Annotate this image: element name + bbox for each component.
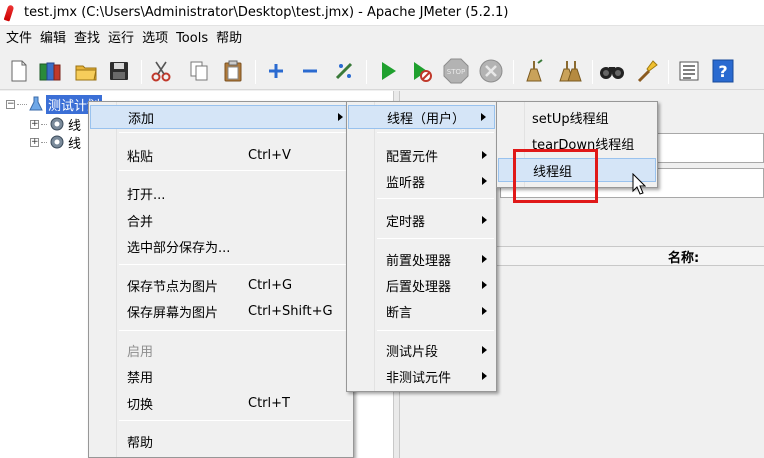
- tree-node-thread-group-1[interactable]: + 线: [30, 115, 81, 134]
- menu-search[interactable]: 查找: [70, 27, 104, 51]
- submenu-item-test-fragment[interactable]: 测试片段: [348, 338, 495, 362]
- variables-table-header: [496, 246, 764, 266]
- submenu-item-assertion[interactable]: 断言: [348, 299, 495, 323]
- clear-all-icon[interactable]: [557, 58, 583, 84]
- menu-item-paste[interactable]: 粘贴 Ctrl+V: [90, 143, 352, 167]
- templates-icon[interactable]: [37, 58, 63, 84]
- jmeter-feather-icon: [3, 3, 18, 22]
- submenu-item-config-element[interactable]: 配置元件: [348, 143, 495, 167]
- menu-options[interactable]: 选项: [138, 27, 172, 51]
- reset-search-icon[interactable]: [634, 58, 660, 84]
- menu-item-disable[interactable]: 禁用: [90, 364, 352, 388]
- new-icon[interactable]: [6, 58, 32, 84]
- menu-file[interactable]: 文件: [2, 27, 36, 51]
- save-icon[interactable]: [106, 58, 132, 84]
- submenu-item-listener[interactable]: 监听器: [348, 169, 495, 193]
- menu-bar: 文件 编辑 查找 运行 选项 Tools 帮助: [0, 27, 764, 51]
- menu-item-merge[interactable]: 合并: [90, 208, 352, 232]
- tree-label-thread-group-1[interactable]: 线: [68, 115, 81, 134]
- menu-item-open[interactable]: 打开...: [90, 181, 352, 205]
- menu-edit[interactable]: 编辑: [36, 27, 70, 51]
- svg-text:?: ?: [718, 62, 727, 81]
- menu-tools[interactable]: Tools: [172, 27, 212, 51]
- submenu-item-setup-thread-group[interactable]: setUp线程组: [498, 105, 656, 129]
- submenu-item-non-test-elements[interactable]: 非测试元件: [348, 364, 495, 388]
- menu-run[interactable]: 运行: [104, 27, 138, 51]
- menu-item-add[interactable]: 添加: [90, 105, 352, 129]
- submenu-item-pre-processor[interactable]: 前置处理器: [348, 247, 495, 271]
- search-icon[interactable]: [599, 58, 625, 84]
- title-bar: test.jmx (C:\Users\Administrator\Desktop…: [0, 0, 764, 26]
- help-icon[interactable]: ?: [710, 58, 736, 84]
- mouse-cursor-icon: [632, 173, 646, 195]
- start-icon[interactable]: [375, 58, 401, 84]
- expand-node-icon[interactable]: +: [30, 119, 39, 129]
- start-no-pause-icon[interactable]: [409, 58, 435, 84]
- thread-group-gear-icon: [50, 117, 64, 131]
- submenu-item-post-processor[interactable]: 后置处理器: [348, 273, 495, 297]
- menu-item-save-node-image[interactable]: 保存节点为图片 Ctrl+G: [90, 273, 352, 297]
- collapse-node-icon[interactable]: −: [6, 99, 15, 109]
- expand-icon[interactable]: [263, 58, 289, 84]
- table-header-name: 名称:: [668, 251, 700, 266]
- context-menu: 添加 粘贴 Ctrl+V 打开... 合并 选中部分保存为... 保存节点为图片 C…: [88, 101, 354, 458]
- stop-icon[interactable]: STOP: [443, 58, 469, 84]
- tree-node-thread-group-2[interactable]: + 线: [30, 133, 81, 152]
- submenu-item-timer[interactable]: 定时器: [348, 208, 495, 232]
- highlight-annotation-box: [513, 149, 598, 203]
- shutdown-icon[interactable]: [478, 58, 504, 84]
- svg-text:STOP: STOP: [447, 68, 465, 76]
- tree-label-thread-group-2[interactable]: 线: [68, 133, 81, 152]
- function-helper-icon[interactable]: [676, 58, 702, 84]
- expand-node-icon[interactable]: +: [30, 137, 39, 147]
- menu-item-save-selection-as[interactable]: 选中部分保存为...: [90, 234, 352, 258]
- copy-icon[interactable]: [186, 58, 212, 84]
- menu-item-save-screen-image[interactable]: 保存屏幕为图片 Ctrl+Shift+G: [90, 299, 352, 323]
- test-plan-flask-icon: [29, 96, 43, 111]
- window-title: test.jmx (C:\Users\Administrator\Desktop…: [24, 5, 509, 20]
- menu-item-toggle[interactable]: 切换 Ctrl+T: [90, 391, 352, 415]
- submenu-item-threads-users[interactable]: 线程（用户）: [348, 105, 495, 129]
- toggle-icon[interactable]: [331, 58, 357, 84]
- toolbar: STOP ?: [0, 52, 764, 90]
- menu-item-help[interactable]: 帮助: [90, 429, 352, 453]
- menu-help[interactable]: 帮助: [212, 27, 246, 51]
- menu-item-enable: 启用: [127, 344, 154, 360]
- open-icon[interactable]: [73, 58, 99, 84]
- clear-icon[interactable]: [521, 58, 547, 84]
- collapse-icon[interactable]: [297, 58, 323, 84]
- cut-icon[interactable]: [148, 58, 174, 84]
- add-submenu: 线程（用户） 配置元件 监听器 定时器 前置处理器 后置处理器 断言 测试片段 …: [346, 101, 497, 392]
- thread-group-gear-icon: [50, 135, 64, 149]
- paste-icon[interactable]: [220, 58, 246, 84]
